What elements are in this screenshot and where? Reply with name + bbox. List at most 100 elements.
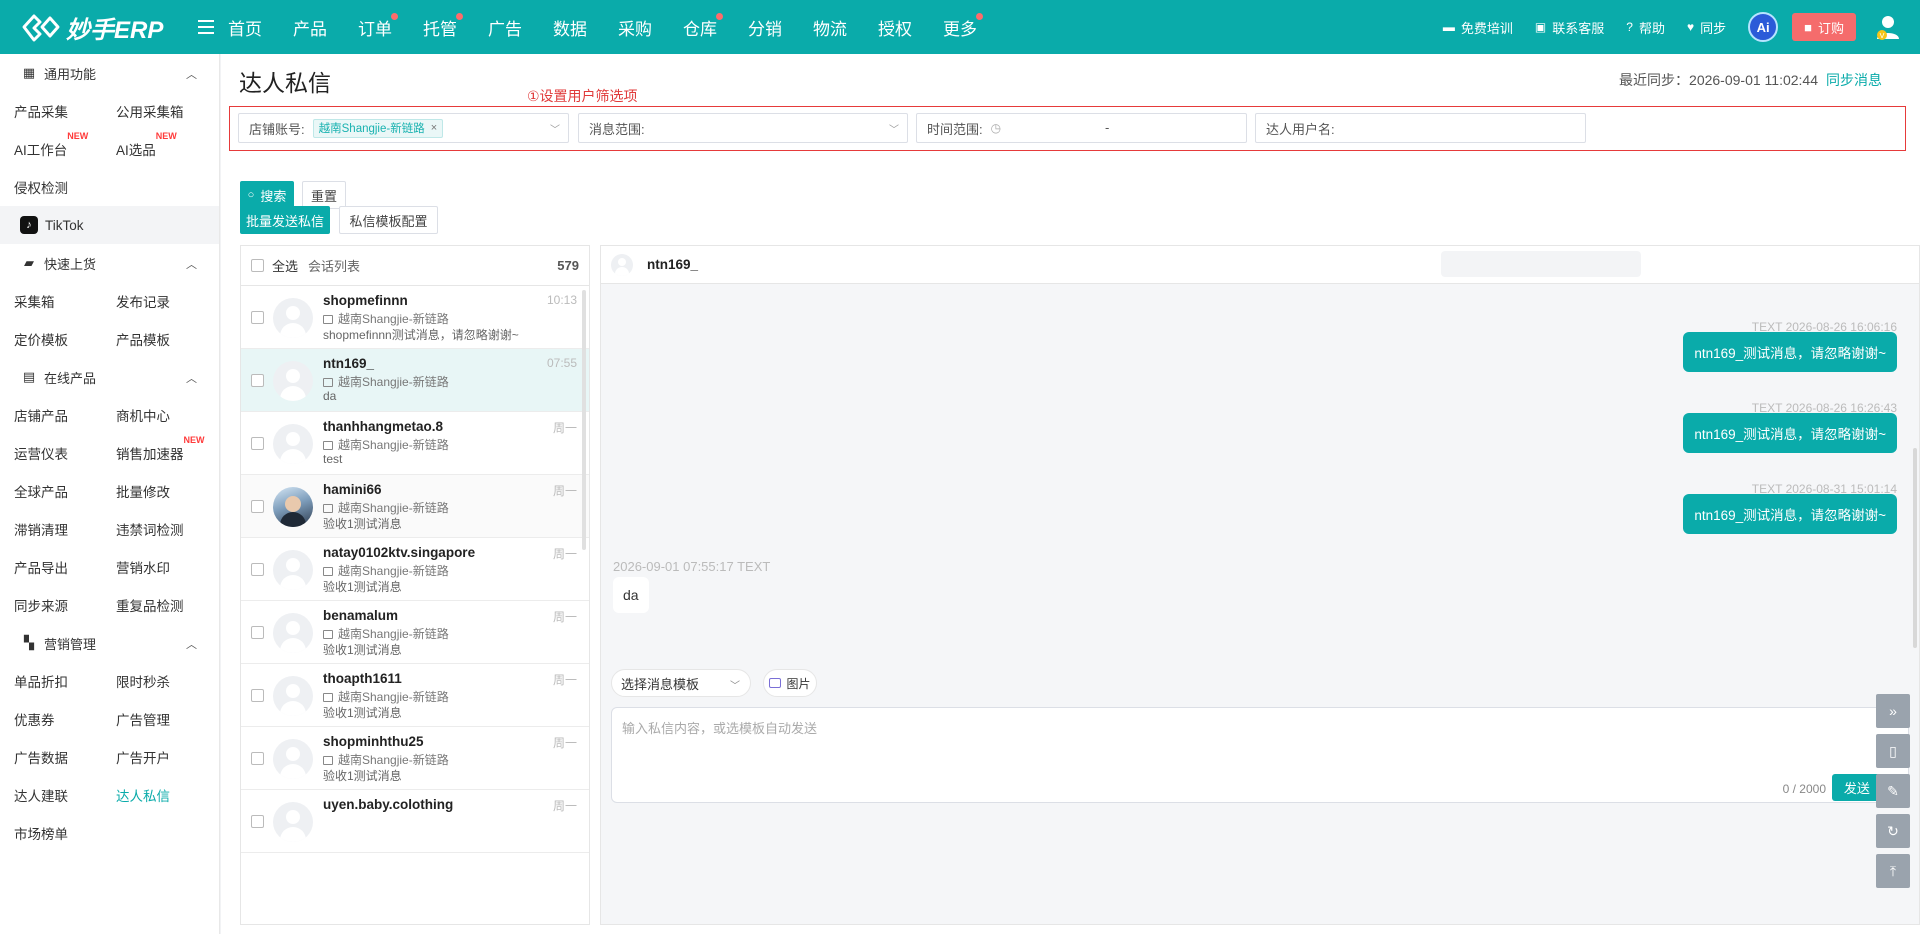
refresh-icon[interactable]: ↻ <box>1876 814 1910 848</box>
conversation-checkbox[interactable] <box>251 815 264 828</box>
contact-support-link[interactable]: ▣ 联系客服 <box>1535 18 1604 37</box>
conversation-item[interactable]: hamini66 越南Shangjie-新链路 验收1测试消息 周一 <box>241 475 589 538</box>
reset-button[interactable]: 重置 <box>302 181 346 209</box>
shop-account-select[interactable]: 店铺账号: 越南Shangjie-新链路 × ﹀ <box>238 113 569 143</box>
message-scope-select[interactable]: 消息范围: ﹀ <box>578 113 908 143</box>
help-link[interactable]: ? 帮助 <box>1626 18 1665 37</box>
message-template-select[interactable]: 选择消息模板 ﹀ <box>611 669 751 697</box>
sidebar-row: 单品折扣 限时秒杀 <box>0 662 219 700</box>
nav-item[interactable]: 仓库 <box>683 12 723 40</box>
sidebar-item[interactable]: 全球产品 <box>0 481 102 501</box>
conversation-checkbox[interactable] <box>251 689 264 702</box>
sidebar-item[interactable]: 优惠券 <box>0 709 102 729</box>
sidebar-item[interactable]: 同步来源 <box>0 595 102 615</box>
conversation-checkbox[interactable] <box>251 500 264 513</box>
notification-dot <box>716 12 723 20</box>
sidebar-group[interactable]: ▰ 快速上货 ︿ <box>0 244 219 282</box>
sidebar-item[interactable]: 营销水印 <box>102 557 204 577</box>
close-icon[interactable]: × <box>431 122 437 134</box>
sync-messages-link[interactable]: 同步消息 <box>1826 72 1882 88</box>
image-button[interactable]: 图片 <box>763 669 817 697</box>
scrollbar[interactable] <box>582 290 586 550</box>
sidebar-item[interactable]: 违禁词检测 <box>102 519 204 539</box>
select-all-checkbox[interactable] <box>251 259 264 272</box>
sidebar-item[interactable]: 重复品检测 <box>102 595 204 615</box>
free-training-link[interactable]: ▬ 免费培训 <box>1443 18 1513 37</box>
sidebar-group[interactable]: ▤ 在线产品 ︿ <box>0 358 219 396</box>
conversation-item[interactable]: uyen.baby.colothing 周一 <box>241 790 589 853</box>
nav-item[interactable]: 广告 <box>488 15 522 40</box>
sidebar-item[interactable]: 销售加速器 NEW <box>102 435 205 463</box>
sidebar-item[interactable]: 定价模板 <box>0 329 102 349</box>
template-config-button[interactable]: 私信模板配置 <box>339 206 438 234</box>
conversation-time: 周一 <box>552 421 577 435</box>
menu-toggle-icon[interactable] <box>198 20 214 34</box>
search-button[interactable]: ○ 搜索 <box>240 181 294 209</box>
sidebar-item[interactable]: 商机中心 <box>102 405 204 425</box>
sidebar-item[interactable]: 广告数据 <box>0 747 102 767</box>
sidebar-item[interactable]: 店铺产品 <box>0 405 102 425</box>
conversation-checkbox[interactable] <box>251 626 264 639</box>
sidebar-item[interactable]: 产品导出 <box>0 557 102 577</box>
conversation-checkbox[interactable] <box>251 374 264 387</box>
sidebar-item[interactable]: 批量修改 <box>102 481 204 501</box>
logo[interactable]: 妙手ERP <box>0 0 180 54</box>
conversation-checkbox[interactable] <box>251 752 264 765</box>
conversation-checkbox[interactable] <box>251 437 264 450</box>
sidebar-item[interactable]: AI工作台 NEW <box>0 131 102 159</box>
conversation-item[interactable]: thoapth1611 越南Shangjie-新链路 验收1测试消息 周一 <box>241 664 589 727</box>
sync-link[interactable]: ♥ 同步 <box>1687 18 1726 37</box>
nav-item[interactable]: 订单 <box>358 12 398 40</box>
collapse-icon[interactable]: » <box>1876 694 1910 728</box>
bag-icon: ■ <box>1804 19 1812 35</box>
sidebar-item[interactable]: 公用采集箱 <box>102 101 204 121</box>
nav-item[interactable]: 数据 <box>553 15 587 40</box>
sidebar-item[interactable]: 限时秒杀 <box>102 671 204 691</box>
sidebar-item[interactable]: 达人私信 <box>102 785 204 805</box>
order-button[interactable]: ■ 订购 <box>1792 13 1856 41</box>
conversation-item[interactable]: thanhhangmetao.8 越南Shangjie-新链路 test 周一 <box>241 412 589 475</box>
message-input[interactable]: 输入私信内容，或选模板自动发送 0 / 2000 发送➤ <box>611 707 1909 803</box>
nav-item[interactable]: 物流 <box>813 15 847 40</box>
sidebar-item[interactable]: 运营仪表 <box>0 443 102 463</box>
sidebar-item[interactable]: 产品模板 <box>102 329 204 349</box>
bulk-send-button[interactable]: 批量发送私信 <box>240 206 330 234</box>
sidebar-group[interactable]: ▚ 营销管理 ︿ <box>0 624 219 662</box>
conversation-checkbox[interactable] <box>251 311 264 324</box>
nav-item[interactable]: 采购 <box>618 15 652 40</box>
edit-icon[interactable]: ✎ <box>1876 774 1910 808</box>
sidebar-item[interactable]: 产品采集 <box>0 101 102 121</box>
sidebar-group[interactable]: ▦ 通用功能 ︿ <box>0 54 219 92</box>
nav-item[interactable]: 更多 <box>943 12 983 40</box>
nav-item[interactable]: 首页 <box>228 15 262 40</box>
nav-item[interactable]: 分销 <box>748 15 782 40</box>
back-to-top-icon[interactable]: ⤒ <box>1876 854 1910 888</box>
creator-username-input[interactable]: 达人用户名: <box>1255 113 1586 143</box>
conversation-item[interactable]: benamalum 越南Shangjie-新链路 验收1测试消息 周一 <box>241 601 589 664</box>
conversation-item[interactable]: shopminhthu25 越南Shangjie-新链路 验收1测试消息 周一 <box>241 727 589 790</box>
sidebar-item[interactable]: 发布记录 <box>102 291 204 311</box>
avatar <box>611 253 633 276</box>
conversation-item[interactable]: natay0102ktv.singapore 越南Shangjie-新链路 验收1测… <box>241 538 589 601</box>
sidebar-item[interactable]: 采集箱 <box>0 291 102 311</box>
ai-assistant-button[interactable]: Ai <box>1748 12 1779 42</box>
sidebar-item[interactable]: 广告管理 <box>102 709 204 729</box>
nav-item[interactable]: 授权 <box>878 15 912 40</box>
sidebar-item[interactable]: 达人建联 <box>0 785 102 805</box>
time-range-picker[interactable]: 时间范围: ◷ - <box>916 113 1247 143</box>
scrollbar[interactable] <box>1913 448 1917 648</box>
nav-item[interactable]: 托管 <box>423 12 463 40</box>
nav-item[interactable]: 产品 <box>293 15 327 40</box>
sidebar-item[interactable]: 广告开户 <box>102 747 204 767</box>
sidebar-item[interactable]: 市场榜单 <box>0 823 102 843</box>
platform-tiktok[interactable]: ♪ TikTok <box>0 206 219 244</box>
sidebar-item[interactable]: 滞销清理 <box>0 519 102 539</box>
sidebar-item[interactable]: AI选品 NEW <box>102 131 204 159</box>
user-avatar-icon[interactable]: V <box>1874 13 1902 41</box>
conversation-item[interactable]: shopmefinnn 越南Shangjie-新链路 shopmefinnn测试消息… <box>241 286 589 349</box>
sidebar-item[interactable]: 单品折扣 <box>0 671 102 691</box>
conversation-checkbox[interactable] <box>251 563 264 576</box>
conversation-item[interactable]: ntn169_ 越南Shangjie-新链路 da 07:55 <box>241 349 589 412</box>
mobile-icon[interactable]: ▯ <box>1876 734 1910 768</box>
sidebar-item[interactable]: 侵权检测 <box>0 177 102 197</box>
